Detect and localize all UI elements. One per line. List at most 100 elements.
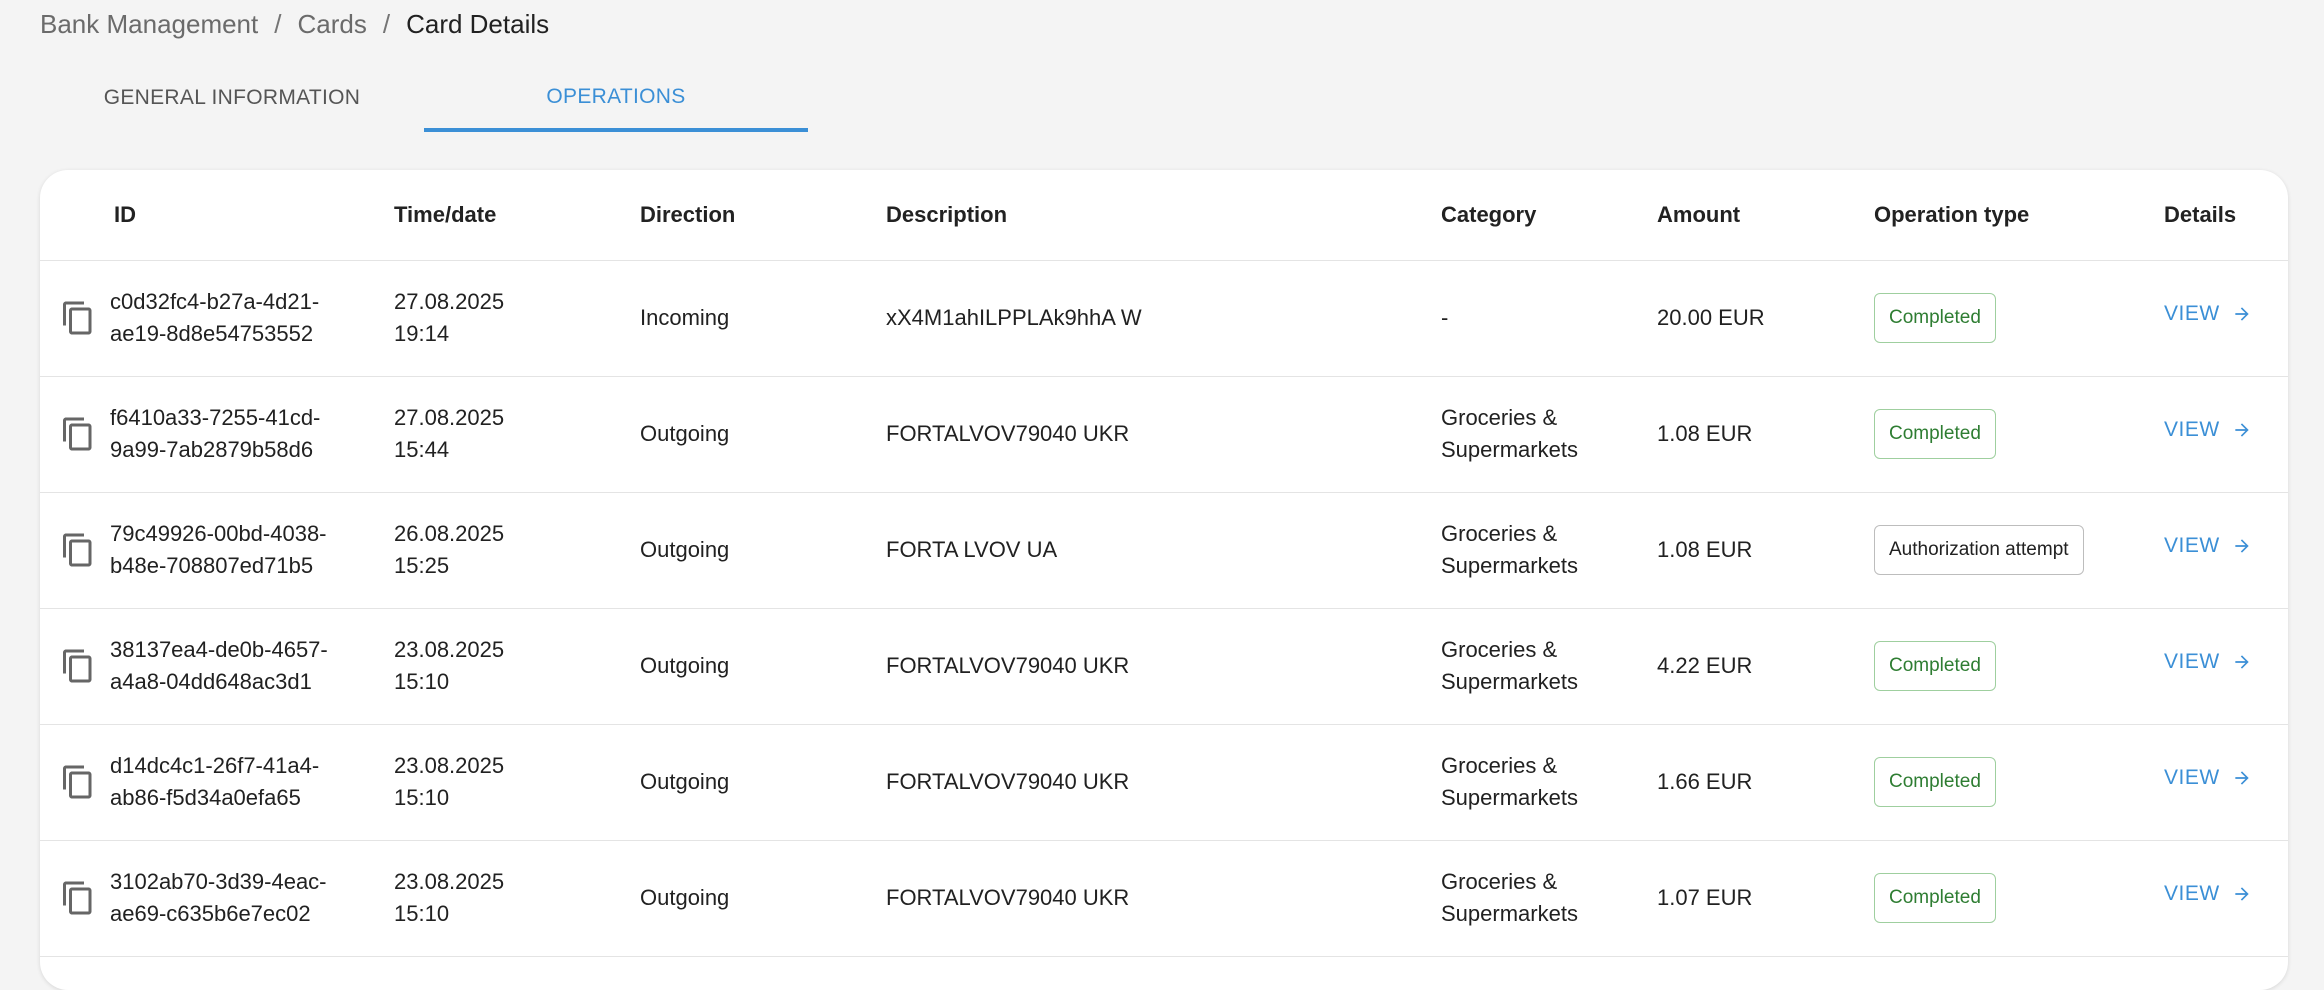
cell-direction: Outgoing (640, 653, 730, 678)
cell-category-line2: Supermarkets (1441, 437, 1578, 462)
cell-category-line1: - (1441, 305, 1449, 330)
copy-icon[interactable] (60, 646, 96, 686)
cell-amount: 20.00 EUR (1657, 305, 1765, 330)
tab-bar: GENERAL INFORMATION OPERATIONS (40, 66, 808, 132)
cell-id-line2: ab86-f5d34a0efa65 (110, 785, 301, 810)
cell-category-line2: Supermarkets (1441, 901, 1578, 926)
table-row: 3102ab70-3d39-4eac- ae69-c635b6e7ec02 23… (40, 840, 2288, 957)
tab-operations[interactable]: OPERATIONS (424, 66, 808, 132)
table-row: c0d32fc4-b27a-4d21- ae19-8d8e54753552 27… (40, 260, 2288, 377)
cell-id-line2: ae69-c635b6e7ec02 (110, 901, 311, 926)
cell-id-line2: ae19-8d8e54753552 (110, 321, 314, 346)
breadcrumb-separator: / (382, 8, 391, 39)
breadcrumb-bank-management[interactable]: Bank Management (40, 9, 258, 40)
cell-id-line2: 9a99-7ab2879b58d6 (110, 437, 314, 462)
status-badge: Completed (1874, 873, 1996, 923)
cell-description: xX4M1ahILPPLAk9hhA W (886, 305, 1142, 330)
breadcrumb: Bank Management / Cards / Card Details (40, 6, 549, 42)
cell-category-line2: Supermarkets (1441, 553, 1578, 578)
cell-time: 19:14 (394, 321, 450, 346)
view-button-label: VIEW (2164, 418, 2220, 441)
status-badge: Completed (1874, 409, 1996, 459)
cell-time: 15:10 (394, 901, 450, 926)
cell-time-date: 26.08.2025 15:25 (394, 518, 504, 582)
view-button[interactable]: VIEW (2164, 534, 2252, 558)
cell-category-line1: Groceries & (1441, 869, 1558, 894)
cell-amount: 4.22 EUR (1657, 653, 1753, 678)
cell-time: 15:10 (394, 669, 450, 694)
cell-direction: Outgoing (640, 421, 730, 446)
cell-category: - (1441, 302, 1448, 334)
cell-date: 23.08.2025 (394, 869, 505, 894)
cell-time-date: 23.08.2025 15:10 (394, 866, 504, 930)
copy-icon[interactable] (60, 762, 96, 802)
cell-category-line1: Groceries & (1441, 637, 1558, 662)
cell-category-line1: Groceries & (1441, 753, 1558, 778)
cell-description: FORTALVOV79040 UKR (886, 421, 1130, 446)
copy-icon[interactable] (60, 298, 96, 338)
header-description: Description (886, 202, 1008, 227)
view-button-label: VIEW (2164, 650, 2220, 673)
breadcrumb-card-details: Card Details (406, 8, 550, 39)
cell-time: 15:44 (394, 437, 450, 462)
view-button[interactable]: VIEW (2164, 766, 2252, 790)
view-button[interactable]: VIEW (2164, 882, 2252, 906)
cell-id-line1: 79c49926-00bd-4038- (110, 521, 327, 546)
arrow-right-icon (2235, 539, 2249, 553)
cell-category: Groceries & Supermarkets (1441, 518, 1578, 582)
table-header-row: ID Time/date Direction Description Categ… (40, 170, 2288, 261)
cell-id-line1: f6410a33-7255-41cd- (110, 405, 321, 430)
table-row: d14dc4c1-26f7-41a4- ab86-f5d34a0efa65 23… (40, 724, 2288, 841)
arrow-right-icon (2235, 771, 2249, 785)
copy-icon[interactable] (60, 414, 96, 454)
cell-time-date: 23.08.2025 15:10 (394, 634, 504, 698)
view-button-label: VIEW (2164, 882, 2220, 905)
cell-id: f6410a33-7255-41cd- 9a99-7ab2879b58d6 (110, 402, 320, 466)
header-id: ID (114, 202, 136, 227)
cell-amount: 1.08 EUR (1657, 537, 1753, 562)
view-button[interactable]: VIEW (2164, 418, 2252, 442)
cell-category-line2: Supermarkets (1441, 785, 1578, 810)
status-badge: Completed (1874, 641, 1996, 691)
header-details: Details (2164, 202, 2237, 227)
cell-id-line2: a4a8-04dd648ac3d1 (110, 669, 312, 694)
cell-id-line1: d14dc4c1-26f7-41a4- (110, 753, 320, 778)
cell-id-line1: 38137ea4-de0b-4657- (110, 637, 328, 662)
view-button-label: VIEW (2164, 302, 2220, 325)
cell-category: Groceries & Supermarkets (1441, 402, 1578, 466)
table-row: 38137ea4-de0b-4657- a4a8-04dd648ac3d1 23… (40, 608, 2288, 725)
cell-date: 23.08.2025 (394, 753, 505, 778)
cell-category: Groceries & Supermarkets (1441, 634, 1578, 698)
header-operation-type: Operation type (1874, 202, 2030, 227)
cell-id-line2: b48e-708807ed71b5 (110, 553, 314, 578)
header-time-date: Time/date (394, 202, 497, 227)
cell-category-line2: Supermarkets (1441, 669, 1578, 694)
copy-icon[interactable] (60, 530, 96, 570)
view-button[interactable]: VIEW (2164, 650, 2252, 674)
arrow-right-icon (2235, 887, 2249, 901)
cell-time: 15:10 (394, 785, 450, 810)
view-button-label: VIEW (2164, 766, 2220, 789)
view-button[interactable]: VIEW (2164, 302, 2252, 326)
cell-id-line1: 3102ab70-3d39-4eac- (110, 869, 327, 894)
arrow-right-icon (2235, 423, 2249, 437)
view-button-label: VIEW (2164, 534, 2220, 557)
copy-icon[interactable] (60, 878, 96, 918)
status-badge: Authorization attempt (1874, 525, 2084, 575)
cell-category: Groceries & Supermarkets (1441, 750, 1578, 814)
arrow-right-icon (2235, 655, 2249, 669)
cell-time: 15:25 (394, 553, 450, 578)
cell-date: 27.08.2025 (394, 405, 505, 430)
cell-amount: 1.08 EUR (1657, 421, 1753, 446)
cell-amount: 1.66 EUR (1657, 769, 1753, 794)
cell-date: 23.08.2025 (394, 637, 505, 662)
cell-time-date: 27.08.2025 15:44 (394, 402, 504, 466)
status-badge: Completed (1874, 293, 1996, 343)
table-row: 79c49926-00bd-4038- b48e-708807ed71b5 26… (40, 492, 2288, 609)
cell-id: 79c49926-00bd-4038- b48e-708807ed71b5 (110, 518, 327, 582)
breadcrumb-cards[interactable]: Cards (297, 9, 366, 40)
cell-amount: 1.07 EUR (1657, 885, 1753, 910)
cell-description: FORTA LVOV UA (886, 537, 1058, 562)
tab-general-information[interactable]: GENERAL INFORMATION (40, 66, 424, 130)
header-direction: Direction (640, 202, 736, 227)
